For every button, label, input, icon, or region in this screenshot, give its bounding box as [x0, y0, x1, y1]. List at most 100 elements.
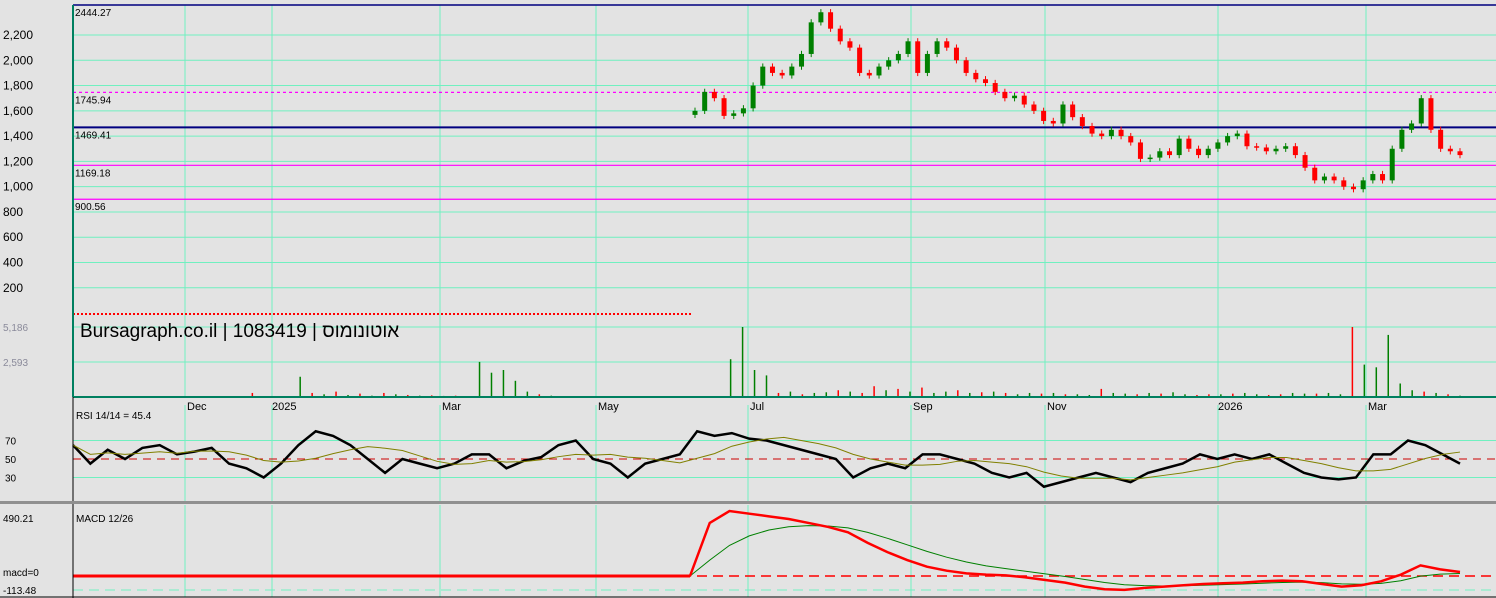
price-tick-label: 600: [3, 230, 23, 244]
candle-body: [750, 85, 756, 109]
candle-body: [1447, 148, 1453, 152]
candle-body: [876, 66, 882, 76]
candle-body: [886, 60, 892, 67]
candle-body: [1186, 138, 1192, 149]
candle-body: [944, 41, 950, 48]
candle-body: [1263, 147, 1269, 152]
macd-zero-label: macd=0: [3, 568, 39, 579]
candle-body: [799, 53, 805, 67]
candle-body: [1389, 148, 1395, 181]
chart-title: Bursagraph.co.il | 1083419 | אוטונומוס: [80, 321, 399, 342]
month-label: Jul: [750, 401, 764, 413]
candle-body: [1147, 157, 1153, 160]
candle-body: [1108, 129, 1114, 137]
candle-body: [1050, 120, 1056, 124]
candle-body: [1205, 148, 1211, 156]
price-level-label: 2444.27: [75, 8, 112, 19]
candle-body: [721, 98, 727, 116]
candle-body: [973, 72, 979, 80]
candle-body: [1292, 146, 1298, 156]
month-label: Mar: [442, 401, 461, 413]
candle-body: [905, 41, 911, 54]
price-tick-label: 1,600: [3, 104, 33, 118]
candle-body: [1370, 174, 1376, 181]
candle-body: [963, 60, 969, 73]
macd-label: MACD 12/26: [76, 514, 134, 525]
candle-body: [983, 79, 989, 84]
candle-body: [1457, 151, 1463, 156]
candle-body: [1021, 95, 1027, 105]
candle-body: [1380, 174, 1386, 181]
candle-body: [692, 110, 698, 115]
month-label: 2026: [1218, 401, 1242, 413]
candle-body: [1409, 123, 1415, 130]
candle-body: [1166, 151, 1172, 156]
candle-body: [1225, 136, 1231, 143]
candle-body: [934, 41, 940, 54]
candle-body: [818, 12, 824, 23]
candle-body: [1254, 146, 1260, 148]
price-level-label: 900.56: [75, 202, 106, 213]
price-level-label: 1745.94: [75, 95, 112, 106]
candle-body: [1118, 129, 1124, 137]
candle-body: [1196, 148, 1202, 156]
month-label: 2025: [272, 401, 296, 413]
candle-body: [1244, 133, 1250, 147]
candle-body: [1350, 186, 1356, 190]
candle-body: [1438, 129, 1444, 149]
month-label: Mar: [1368, 401, 1387, 413]
macd-max-label: 490.21: [3, 514, 34, 525]
candle-body: [1176, 138, 1182, 156]
candle-body: [1070, 104, 1076, 118]
candle-body: [895, 53, 901, 61]
candle-body: [857, 47, 863, 73]
candle-body: [1041, 110, 1047, 121]
candle-body: [1360, 180, 1366, 190]
candle-body: [1137, 142, 1143, 159]
candle-body: [760, 66, 766, 86]
rsi-tick-label: 70: [5, 437, 17, 448]
month-label: Sep: [913, 401, 933, 413]
candle-body: [808, 22, 814, 54]
candle-body: [828, 12, 834, 29]
volume-tick-label: 2,593: [3, 358, 28, 369]
candle-body: [1234, 133, 1240, 137]
price-tick-label: 1,200: [3, 154, 33, 168]
candle-body: [1060, 104, 1066, 124]
candle-body: [1302, 155, 1308, 168]
price-level-label: 1469.41: [75, 130, 112, 141]
candle-body: [1099, 133, 1105, 137]
candle-body: [992, 83, 998, 92]
pane-divider: [0, 501, 1496, 504]
candle-body: [779, 72, 785, 76]
candle-body: [1331, 176, 1337, 181]
candle-body: [1079, 117, 1085, 127]
candle-body: [1312, 167, 1318, 181]
price-level-label: 1169.18: [75, 168, 111, 179]
candle-body: [1321, 176, 1327, 181]
candle-body: [1002, 91, 1008, 99]
candle-body: [1128, 136, 1134, 143]
volume-tick-label: 5,186: [3, 323, 28, 334]
candle-body: [1012, 95, 1018, 99]
candle-body: [1283, 146, 1289, 149]
candle-body: [953, 47, 959, 61]
candle-body: [789, 66, 795, 76]
price-tick-label: 2,000: [3, 53, 33, 67]
price-tick-label: 1,800: [3, 79, 33, 93]
price-tick-label: 800: [3, 205, 23, 219]
price-tick-label: 1,400: [3, 129, 33, 143]
price-tick-label: 2,200: [3, 28, 33, 42]
candle-body: [711, 91, 717, 99]
candle-body: [702, 91, 708, 111]
stock-chart: Dec 2025 Mar May Jul Sep Nov 2026 Mar 2,200 2,000 1…: [0, 0, 1496, 598]
rsi-label: RSI 14/14 = 45.4: [76, 411, 152, 422]
candle-body: [1428, 98, 1434, 130]
rsi-tick-label: 50: [5, 455, 17, 466]
candle-body: [866, 72, 872, 76]
candle-body: [924, 53, 930, 73]
candle-body: [1215, 142, 1221, 149]
candle-body: [769, 66, 775, 73]
rsi-tick-label: 30: [5, 474, 17, 485]
macd-min-label: -113.48: [3, 586, 37, 597]
